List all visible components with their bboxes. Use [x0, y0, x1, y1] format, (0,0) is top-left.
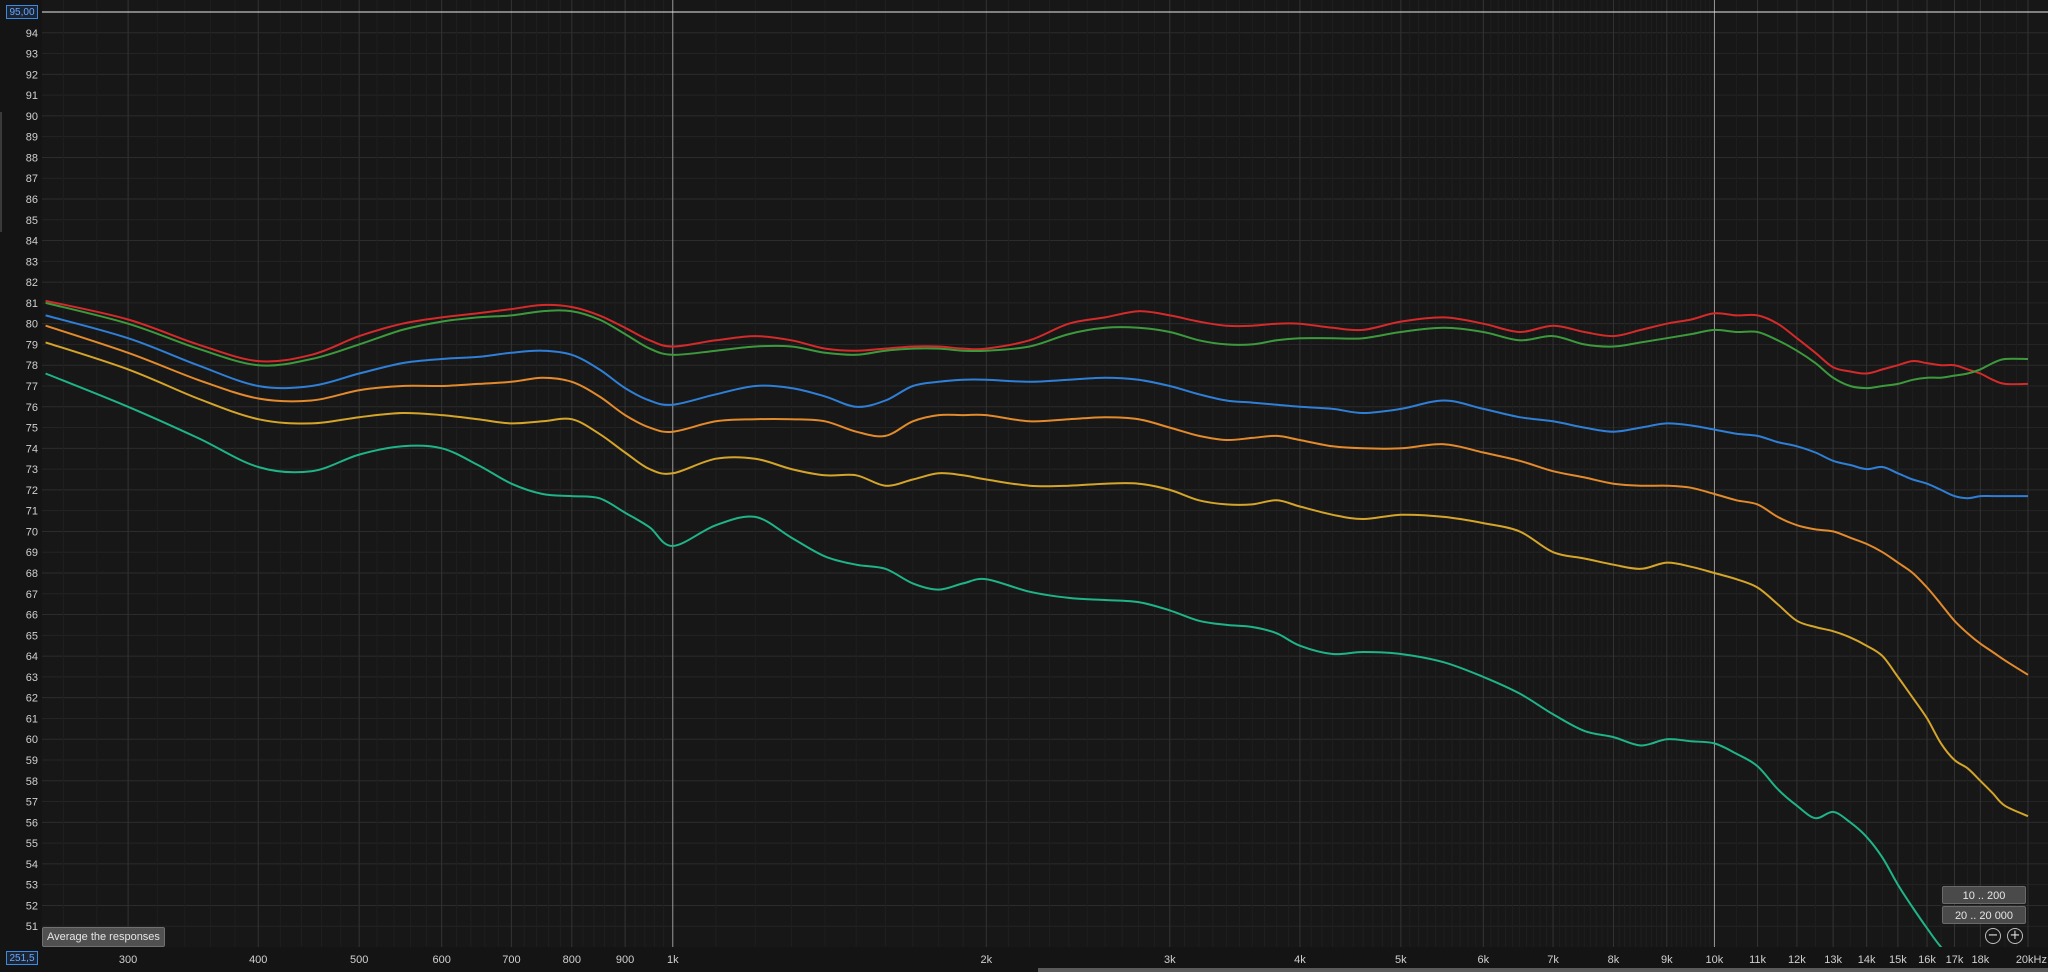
- y-tick-label: 87: [26, 173, 38, 185]
- x-tick-label: 500: [350, 954, 368, 966]
- x-tick-label: 11k: [1749, 954, 1766, 966]
- y-tick-label: 93: [26, 49, 38, 61]
- x-tick-label: 16k: [1918, 954, 1936, 966]
- average-responses-tooltip: Average the responses: [42, 927, 165, 947]
- range-10-200-button[interactable]: 10 .. 200: [1942, 886, 2026, 904]
- range-20-20000-button[interactable]: 20 .. 20 000: [1942, 906, 2026, 924]
- y-tick-label: 52: [26, 900, 38, 912]
- x-tick-label: 400: [249, 954, 267, 966]
- y-tick-label: 71: [26, 506, 38, 518]
- x-tick-label: 800: [563, 954, 581, 966]
- x-tick-label: 4k: [1294, 954, 1306, 966]
- y-tick-label: 70: [26, 526, 38, 538]
- horizontal-scrollbar[interactable]: [1038, 968, 2048, 972]
- y-tick-label: 65: [26, 630, 38, 642]
- y-tick-label: 89: [26, 132, 38, 144]
- y-tick-label: 88: [26, 152, 38, 164]
- x-tick-label: 5k: [1395, 954, 1407, 966]
- y-tick-label: 62: [26, 693, 38, 705]
- x-tick-label: 18k: [1971, 954, 1989, 966]
- plot-area: [42, 0, 2048, 947]
- y-tick-label: 81: [26, 298, 38, 310]
- zoom-out-icon[interactable]: −: [1985, 928, 2001, 944]
- y-tick-label: 83: [26, 256, 38, 268]
- x-tick-label: 15k: [1889, 954, 1907, 966]
- y-tick-label: 69: [26, 547, 38, 559]
- y-tick-label: 53: [26, 880, 38, 892]
- y-tick-label: 74: [26, 443, 38, 455]
- y-tick-label: 82: [26, 277, 38, 289]
- y-tick-label: 55: [26, 838, 38, 850]
- y-tick-label: 56: [26, 817, 38, 829]
- y-tick-label: 86: [26, 194, 38, 206]
- y-tick-label: 92: [26, 69, 38, 81]
- x-tick-label: 600: [433, 954, 451, 966]
- frequency-response-chart[interactable]: 51 52 53 54 55 56 57 58 59 60 61 62 63 64 65 66 67 68 69 70…: [0, 0, 2048, 972]
- cursor-frequency-readout: 251,5: [6, 951, 38, 965]
- y-tick-label: 85: [26, 215, 38, 227]
- y-tick-label: 63: [26, 672, 38, 684]
- x-tick-label: 700: [502, 954, 520, 966]
- y-tick-label: 57: [26, 797, 38, 809]
- x-tick-label: 14k: [1858, 954, 1876, 966]
- zoom-in-icon[interactable]: +: [2007, 928, 2023, 944]
- y-tick-label: 66: [26, 610, 38, 622]
- y-tick-label: 64: [26, 651, 38, 663]
- x-tick-label: 7k: [1547, 954, 1559, 966]
- y-tick-label: 68: [26, 568, 38, 580]
- x-tick-label: 20kHz: [2016, 954, 2047, 966]
- y-tick-label: 90: [26, 111, 38, 123]
- y-tick-label: 84: [26, 236, 38, 248]
- x-tick-label: 9k: [1661, 954, 1673, 966]
- y-tick-label: 72: [26, 485, 38, 497]
- x-tick-label: 10k: [1706, 954, 1724, 966]
- x-tick-label: 2k: [981, 954, 993, 966]
- y-tick-label: 79: [26, 339, 38, 351]
- y-tick-label: 94: [26, 28, 38, 40]
- x-tick-label: 8k: [1608, 954, 1620, 966]
- y-tick-label: 61: [26, 713, 38, 725]
- y-tick-label: 73: [26, 464, 38, 476]
- y-tick-label: 58: [26, 776, 38, 788]
- x-tick-label: 12k: [1788, 954, 1806, 966]
- y-tick-label: 59: [26, 755, 38, 767]
- x-tick-label: 13k: [1824, 954, 1842, 966]
- y-tick-label: 91: [26, 90, 38, 102]
- x-tick-label: 17k: [1946, 954, 1964, 966]
- y-tick-label: 54: [26, 859, 38, 871]
- y-tick-label: 76: [26, 402, 38, 414]
- y-tick-label: 75: [26, 423, 38, 435]
- x-tick-label: 300: [119, 954, 137, 966]
- y-tick-label: 77: [26, 381, 38, 393]
- y-tick-label: 51: [26, 921, 38, 933]
- x-tick-label: 6k: [1478, 954, 1490, 966]
- y-tick-label: 60: [26, 734, 38, 746]
- left-edge-marker: [0, 112, 2, 232]
- x-tick-label: 900: [616, 954, 634, 966]
- y-tick-label: 78: [26, 360, 38, 372]
- cursor-level-readout: 95,00: [6, 5, 38, 19]
- x-tick-label: 3k: [1164, 954, 1176, 966]
- y-tick-label: 80: [26, 319, 38, 331]
- x-tick-label: 1k: [667, 954, 679, 966]
- y-tick-label: 67: [26, 589, 38, 601]
